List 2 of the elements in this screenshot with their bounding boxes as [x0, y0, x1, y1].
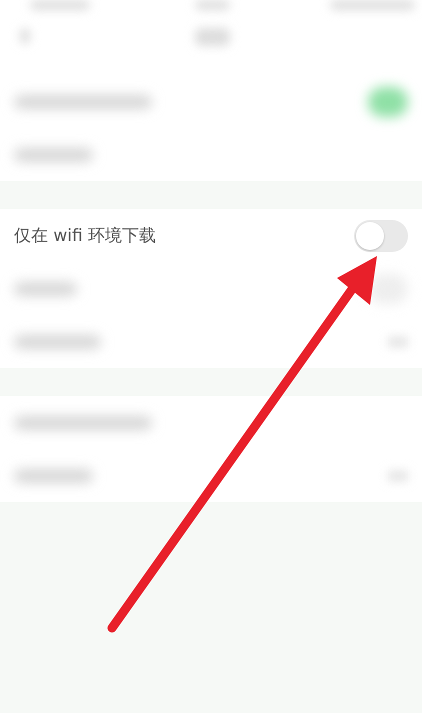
- toggle-switch[interactable]: [354, 220, 408, 252]
- setting-label: 仅在 wifi 环境下载: [14, 225, 156, 247]
